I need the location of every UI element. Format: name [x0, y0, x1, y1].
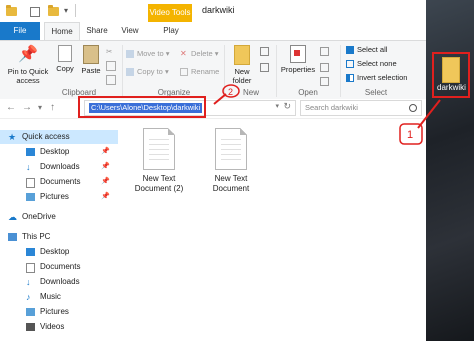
annotation-overlay: 2 1 — [213, 84, 441, 145]
annotation-number-1: 1 — [407, 129, 413, 141]
annotation-number-2: 2 — [228, 87, 233, 97]
annotation-arrow — [213, 93, 227, 105]
annotation-arrow — [417, 99, 441, 129]
